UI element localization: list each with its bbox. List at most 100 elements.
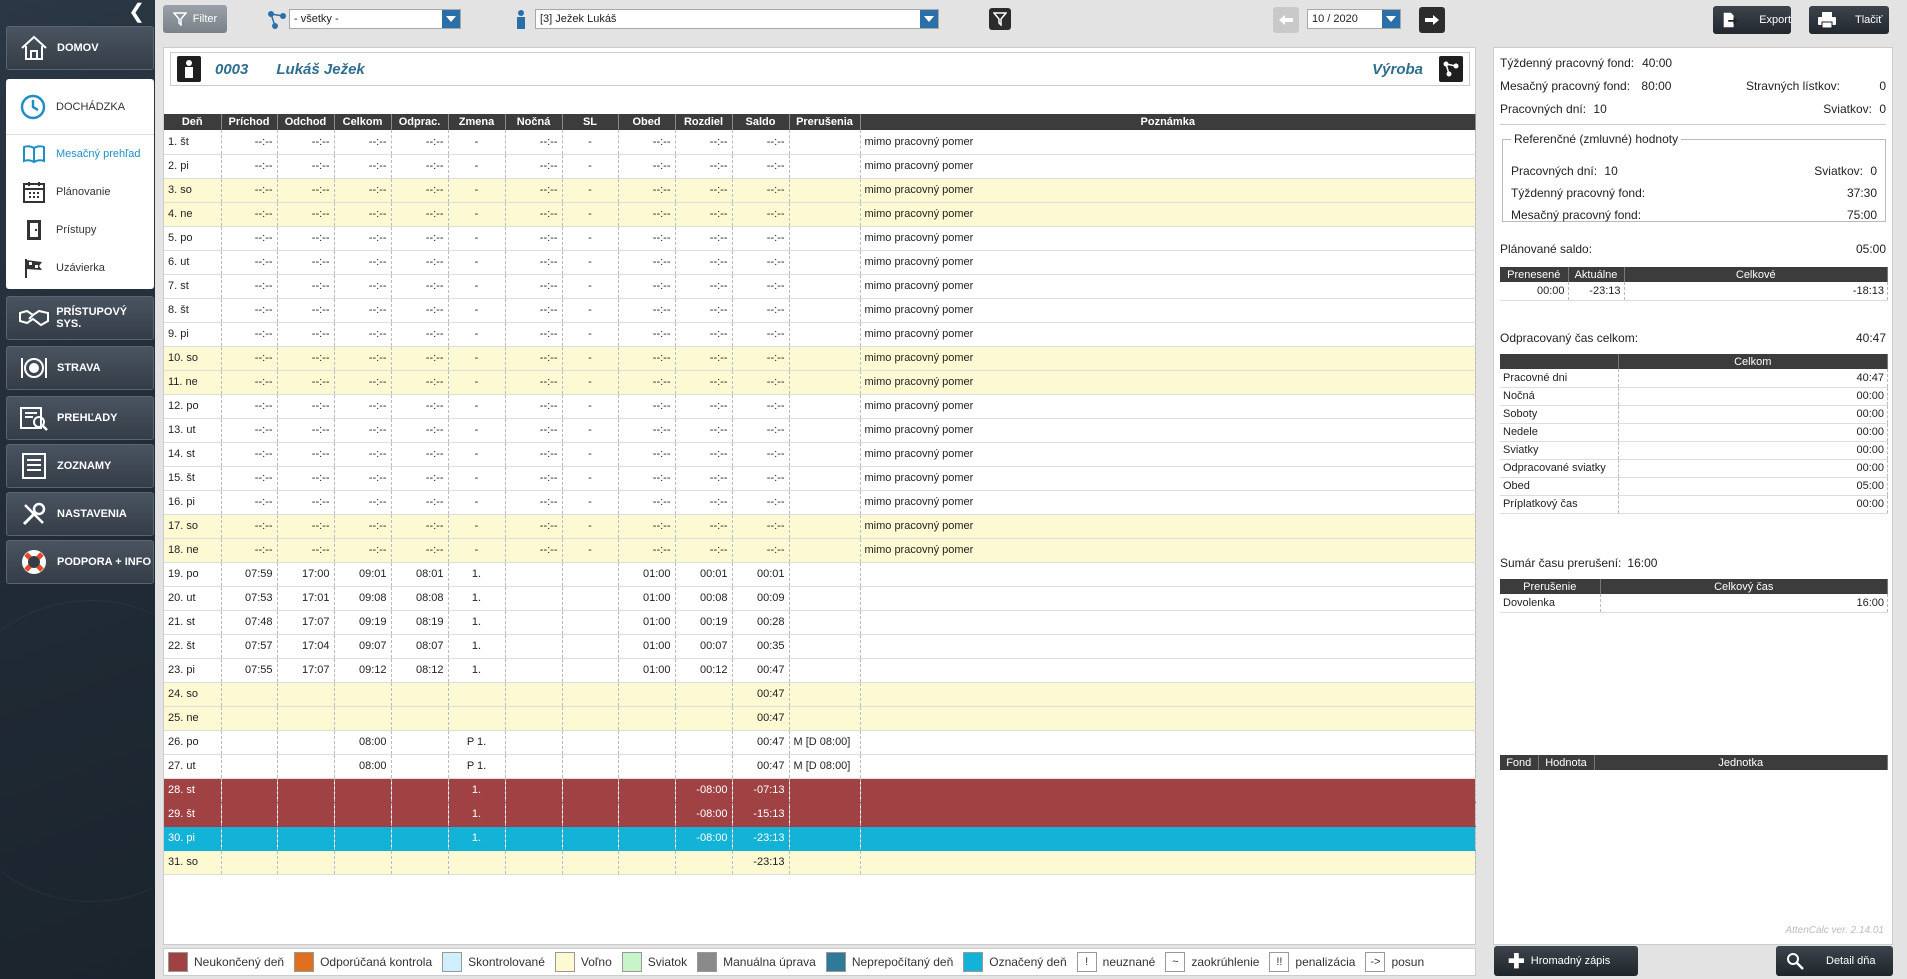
group-select[interactable]: - všetky -	[289, 9, 461, 29]
table-row[interactable]: 19. po 07:59 17:00 09:01 08:01 1. 01:00 00:01 00…	[164, 562, 1476, 587]
prev-period-button[interactable]	[1273, 7, 1299, 33]
table-cell	[860, 850, 1476, 875]
table-cell: 07:59	[221, 562, 278, 587]
nav-prehlady[interactable]: PREHĽADY	[6, 396, 154, 440]
table-row[interactable]: 21. st 07:48 17:07 09:19 08:19 1. 01:00 00:19 00…	[164, 610, 1476, 635]
column-header[interactable]: Obed	[618, 114, 676, 130]
sidebar-item-pristupy[interactable]: Prístupy	[6, 211, 154, 249]
clock-icon	[16, 90, 50, 124]
table-cell: -	[562, 442, 619, 467]
table-cell: --:--	[618, 370, 676, 395]
table-cell: 00:47	[732, 682, 790, 707]
table-row[interactable]: 11. ne --:-- --:-- --:-- --:-- - --:-- - --:-- --…	[164, 370, 1476, 395]
table-row[interactable]: 25. ne 00:47	[164, 706, 1476, 731]
table-cell: --:--	[277, 394, 335, 419]
column-header[interactable]: Zmena	[448, 114, 506, 130]
table-row[interactable]: 5. po --:-- --:-- --:-- --:-- - --:-- - --:-- --:…	[164, 226, 1476, 251]
nav-zoznamy[interactable]: ZOZNAMY	[6, 444, 154, 488]
print-button[interactable]: Tlačiť	[1809, 6, 1889, 34]
table-row[interactable]: 17. so --:-- --:-- --:-- --:-- - --:-- - --:-- --…	[164, 514, 1476, 539]
export-button[interactable]: Export	[1713, 6, 1791, 34]
column-header[interactable]: Prerušenia	[789, 114, 861, 130]
employee-select[interactable]: [3] Ježek Lukáš	[535, 9, 939, 29]
nav-dochadzka[interactable]: DOCHÁDZKA	[6, 79, 154, 135]
table-row[interactable]: 10. so --:-- --:-- --:-- --:-- - --:-- - --:-- --…	[164, 346, 1476, 371]
table-cell	[391, 682, 449, 707]
table-cell: --:--	[391, 394, 449, 419]
column-header[interactable]: Poznámka	[860, 114, 1476, 130]
collapse-sidebar-icon[interactable]: ❮	[128, 2, 145, 22]
table-row[interactable]: 3. so --:-- --:-- --:-- --:-- - --:-- - --:-- --:…	[164, 178, 1476, 203]
column-header[interactable]: Nočná	[505, 114, 563, 130]
table-cell	[277, 778, 335, 803]
table-row[interactable]: 12. po --:-- --:-- --:-- --:-- - --:-- - --:-- --…	[164, 394, 1476, 419]
bulk-entry-button[interactable]: ✚ Hromadný zápis	[1494, 946, 1638, 976]
sidebar-item-uzavierka[interactable]: Uzávierka	[6, 249, 154, 287]
table-row[interactable]: 9. pi --:-- --:-- --:-- --:-- - --:-- - --:-- --:…	[164, 322, 1476, 347]
column-header[interactable]: Deň	[164, 114, 222, 130]
reference-title: Referenčné (zmluvné) hodnoty	[1514, 132, 1679, 146]
table-cell: --:--	[732, 370, 790, 395]
table-cell	[618, 802, 676, 827]
column-header[interactable]: Celkom	[334, 114, 392, 130]
table-row[interactable]: 2. pi --:-- --:-- --:-- --:-- - --:-- - --:-- --:…	[164, 154, 1476, 179]
table-row[interactable]: 16. pi --:-- --:-- --:-- --:-- - --:-- - --:-- --…	[164, 490, 1476, 515]
nav-strava[interactable]: STRAVA	[6, 346, 154, 390]
sidebar-item-mesacny-prehlad[interactable]: Mesačný prehľad	[6, 135, 154, 173]
table-cell: -	[562, 370, 619, 395]
nav-domov[interactable]: DOMOV	[6, 26, 154, 70]
day-detail-button[interactable]: Detail dňa	[1776, 946, 1893, 976]
sidebar-item-planovanie[interactable]: Plánovanie	[6, 173, 154, 211]
table-cell: --:--	[618, 178, 676, 203]
table-row[interactable]: 4. ne --:-- --:-- --:-- --:-- - --:-- - --:-- --:…	[164, 202, 1476, 227]
table-cell	[334, 802, 392, 827]
table-cell	[789, 202, 861, 227]
column-header[interactable]: Príchod	[221, 114, 278, 130]
column-header[interactable]: Rozdiel	[675, 114, 733, 130]
table-row[interactable]: 24. so 00:47	[164, 682, 1476, 707]
table-row[interactable]: 26. po 08:00 P 1. 00:47 M [D 08:00]	[164, 730, 1476, 755]
table-row[interactable]: 30. pi 1. -08:00 -23:13	[164, 826, 1476, 851]
period-select[interactable]: 10 / 2020	[1307, 9, 1401, 29]
table-row[interactable]: 14. st --:-- --:-- --:-- --:-- - --:-- - --:-- --…	[164, 442, 1476, 467]
table-cell: 08:07	[391, 634, 449, 659]
table-cell: --:--	[334, 178, 392, 203]
next-period-button[interactable]	[1419, 7, 1445, 33]
table-row[interactable]: 8. št --:-- --:-- --:-- --:-- - --:-- - --:-- --:…	[164, 298, 1476, 323]
table-row[interactable]: 18. ne --:-- --:-- --:-- --:-- - --:-- - --:-- --…	[164, 538, 1476, 563]
table-row[interactable]: 15. št --:-- --:-- --:-- --:-- - --:-- - --:-- --…	[164, 466, 1476, 491]
table-cell	[277, 802, 335, 827]
table-row[interactable]: 22. št 07:57 17:04 09:07 08:07 1. 01:00 00:07 00…	[164, 634, 1476, 659]
ref-monthly-label: Mesačný pracovný fond:	[1511, 208, 1642, 222]
nav-podpora-info[interactable]: PODPORA + INFO	[6, 540, 154, 584]
table-row[interactable]: 6. ut --:-- --:-- --:-- --:-- - --:-- - --:-- --:…	[164, 250, 1476, 275]
table-cell: 00:09	[732, 586, 790, 611]
table-cell: --:--	[277, 466, 335, 491]
table-cell	[334, 826, 392, 851]
column-header[interactable]: Odprac.	[391, 114, 449, 130]
nav-pristupovy-sys[interactable]: PRÍSTUPOVÝ SYS.	[6, 296, 154, 340]
filter-button[interactable]: Filter	[163, 5, 227, 33]
table-row[interactable]: 29. št 1. -08:00 -15:13	[164, 802, 1476, 827]
table-cell	[860, 730, 1476, 755]
interrupt-type: Dovolenka	[1500, 594, 1601, 613]
column-header[interactable]: Odchod	[277, 114, 335, 130]
nav-nastavenia[interactable]: NASTAVENIA	[6, 492, 154, 536]
table-cell	[505, 730, 563, 755]
table-row[interactable]: 20. ut 07:53 17:01 09:08 08:08 1. 01:00 00:08 00…	[164, 586, 1476, 611]
employee-filter-button[interactable]	[989, 8, 1011, 30]
table-row[interactable]: 28. st 1. -08:00 -07:13	[164, 778, 1476, 803]
saldo-table: Prenesené Aktuálne Celkové 00:00 -23:13 …	[1500, 267, 1888, 301]
table-cell: --:--	[221, 346, 278, 371]
table-row[interactable]: 23. pi 07:55 17:07 09:12 08:12 1. 01:00 00:12 00…	[164, 658, 1476, 683]
table-cell	[505, 802, 563, 827]
table-row[interactable]: 27. ut 08:00 P 1. 00:47 M [D 08:00]	[164, 754, 1476, 779]
table-row[interactable]: 13. ut --:-- --:-- --:-- --:-- - --:-- - --:-- --…	[164, 418, 1476, 443]
table-row[interactable]: 31. so -23:13	[164, 850, 1476, 875]
column-header[interactable]: Saldo	[732, 114, 790, 130]
table-row[interactable]: 1. št --:-- --:-- --:-- --:-- - --:-- - --:-- --:…	[164, 130, 1476, 155]
table-row[interactable]: 7. st --:-- --:-- --:-- --:-- - --:-- - --:-- --:…	[164, 274, 1476, 299]
table-cell: 20. ut	[164, 586, 222, 611]
table-cell: -	[448, 418, 506, 443]
column-header[interactable]: SL	[562, 114, 619, 130]
